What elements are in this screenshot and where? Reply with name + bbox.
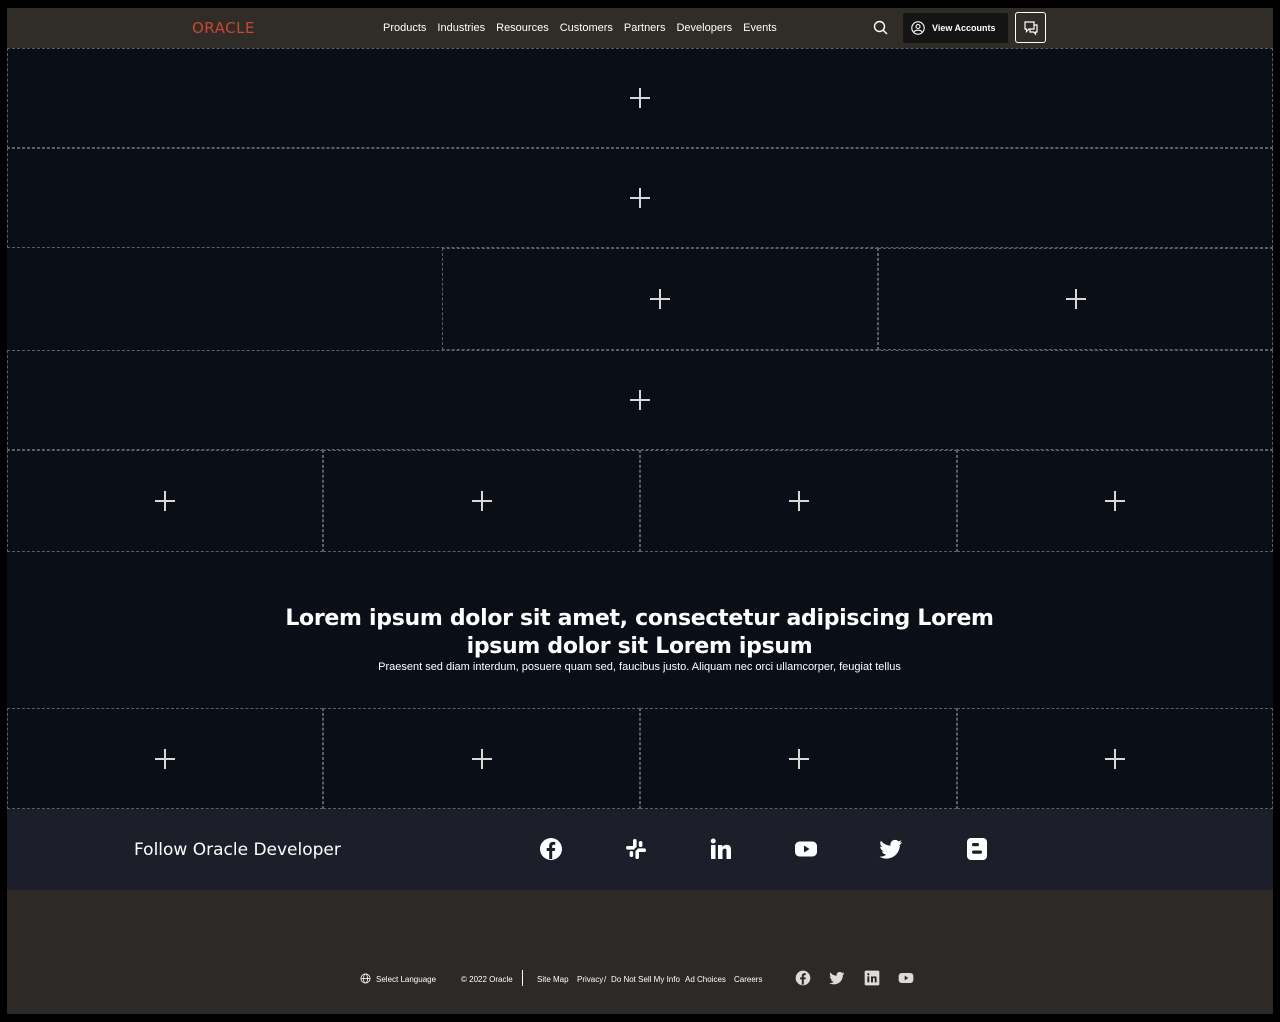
content-placeholder[interactable] xyxy=(7,48,1273,148)
add-icon xyxy=(650,289,670,309)
footer-link-do-not-sell[interactable]: Do Not Sell My Info xyxy=(611,975,680,984)
follow-section: Follow Oracle Developer xyxy=(7,809,1273,890)
twitter-icon[interactable] xyxy=(879,837,903,861)
add-icon xyxy=(1105,748,1125,769)
globe-icon xyxy=(360,973,371,984)
footer-link-privacy[interactable]: Privacy xyxy=(577,975,603,984)
svg-text:ORACLE: ORACLE xyxy=(192,19,255,37)
add-icon xyxy=(630,188,650,208)
add-icon xyxy=(155,491,175,511)
content-placeholder[interactable] xyxy=(7,350,1273,450)
search-icon xyxy=(873,20,888,35)
footer-link-careers[interactable]: Careers xyxy=(734,975,762,984)
facebook-icon[interactable] xyxy=(795,970,811,986)
view-accounts-button[interactable]: View Accounts xyxy=(903,13,1008,43)
section-subtext: Praesent sed diam interdum, posuere quam… xyxy=(378,661,901,673)
youtube-icon[interactable] xyxy=(898,970,914,986)
add-icon xyxy=(630,390,650,410)
slack-icon[interactable] xyxy=(624,837,648,861)
blogger-icon[interactable] xyxy=(965,837,989,861)
nav-customers[interactable]: Customers xyxy=(560,22,613,34)
footer-link-site-map[interactable]: Site Map xyxy=(537,975,569,984)
chat-button[interactable] xyxy=(1015,12,1046,43)
main-nav: Products Industries Resources Customers … xyxy=(383,8,777,48)
add-icon xyxy=(1105,491,1125,511)
content-placeholder[interactable] xyxy=(878,248,1273,350)
footer-row: Select Language © 2022 Oracle Site Map P… xyxy=(7,970,1273,990)
add-icon xyxy=(155,748,175,769)
content-placeholder[interactable] xyxy=(323,708,640,809)
facebook-icon[interactable] xyxy=(539,837,563,861)
follow-label: Follow Oracle Developer xyxy=(134,840,341,860)
nav-events[interactable]: Events xyxy=(743,22,777,34)
content-placeholder[interactable] xyxy=(957,708,1273,809)
content-placeholder[interactable] xyxy=(442,248,878,350)
page-footer: Select Language © 2022 Oracle Site Map P… xyxy=(7,890,1273,1014)
select-language-link[interactable]: Select Language xyxy=(376,975,436,984)
content-placeholder[interactable] xyxy=(7,148,1273,248)
content-placeholder[interactable] xyxy=(957,450,1273,552)
youtube-icon[interactable] xyxy=(794,837,818,861)
linkedin-icon[interactable] xyxy=(709,837,733,861)
content-placeholder[interactable] xyxy=(640,450,957,552)
add-icon xyxy=(630,88,650,108)
page-frame: ORACLE Products Industries Resources Cus… xyxy=(7,8,1273,1014)
add-icon xyxy=(471,491,492,511)
content-placeholder[interactable] xyxy=(323,450,640,552)
top-navigation-bar: ORACLE Products Industries Resources Cus… xyxy=(7,8,1273,48)
linkedin-icon[interactable] xyxy=(864,970,880,986)
nav-developers[interactable]: Developers xyxy=(676,22,732,34)
content-placeholder[interactable] xyxy=(640,708,957,809)
footer-link-separator: / xyxy=(604,975,607,984)
add-icon xyxy=(1065,289,1086,309)
content-placeholder[interactable] xyxy=(7,708,323,809)
nav-resources[interactable]: Resources xyxy=(496,22,549,34)
add-icon xyxy=(471,748,492,769)
twitter-icon[interactable] xyxy=(829,970,845,986)
oracle-logo[interactable]: ORACLE xyxy=(192,19,274,37)
nav-products[interactable]: Products xyxy=(383,22,426,34)
search-button[interactable] xyxy=(871,18,891,38)
add-icon xyxy=(788,748,809,769)
content-placeholder[interactable] xyxy=(7,450,323,552)
footer-link-ad-choices[interactable]: Ad Choices xyxy=(685,975,726,984)
chat-icon xyxy=(1023,20,1038,35)
nav-industries[interactable]: Industries xyxy=(437,22,485,34)
footer-divider xyxy=(522,970,523,986)
nav-partners[interactable]: Partners xyxy=(624,22,666,34)
user-account-icon xyxy=(911,21,925,35)
add-icon xyxy=(788,491,809,511)
view-accounts-label: View Accounts xyxy=(932,23,996,33)
copyright-text: © 2022 Oracle xyxy=(461,975,513,984)
section-headline: Lorem ipsum dolor sit amet, consectetur … xyxy=(285,606,994,659)
